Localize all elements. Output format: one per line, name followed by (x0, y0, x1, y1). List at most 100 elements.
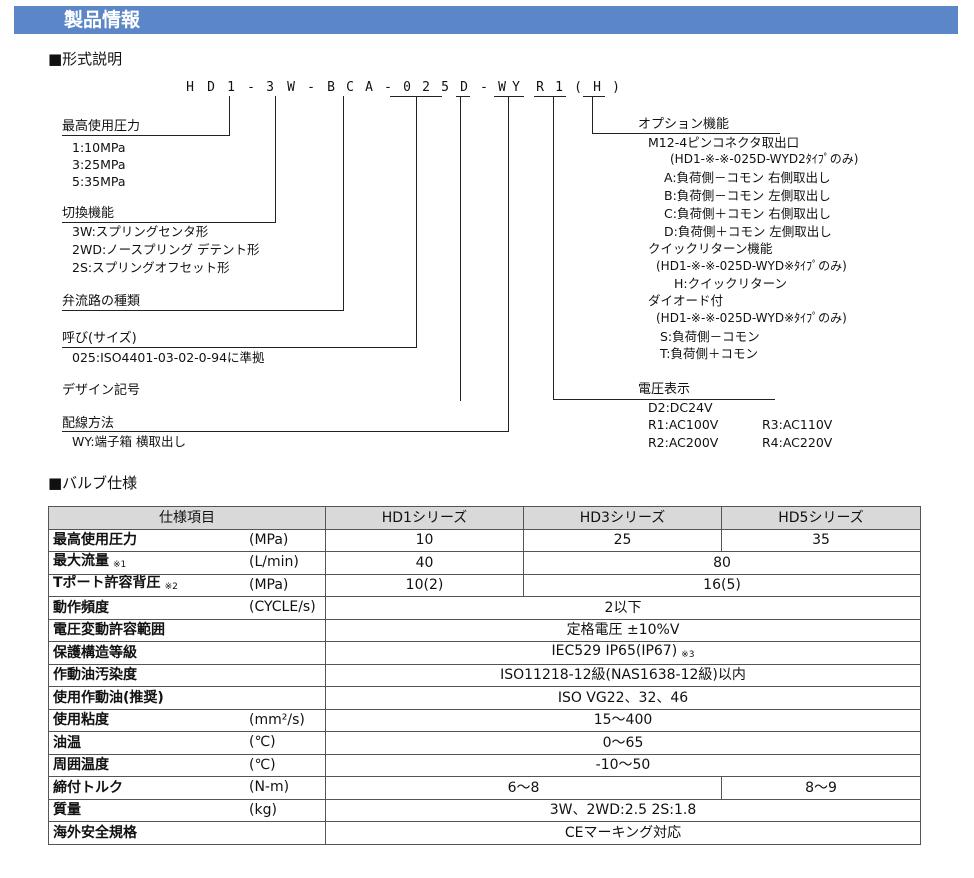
spec-unit: (L/min) (249, 554, 299, 570)
spec-value-cell: 25 (523, 528, 722, 552)
spec-note: ※2 (164, 582, 178, 593)
table-row: 使用作動油(推奨) ISO VG22、32、46 (48, 686, 921, 710)
spec-value: ISO11218-12級(NAS1638-12級)以内 (500, 667, 746, 684)
spec-value: 2以下 (604, 599, 642, 616)
spec-item-label: 最大流量 (53, 552, 109, 569)
spec-value: 10(2) (405, 577, 444, 594)
switching-item: 2S:スプリングオフセット形 (72, 260, 230, 275)
spec-unit: (mm²/s) (249, 711, 305, 728)
spec-item-cell: 締付トルク (N-m) (48, 776, 326, 800)
table-row: 油温 (℃) 0～65 (48, 731, 921, 755)
table-row: Tポート許容背圧 ※2 (MPa) 10(2) 16(5) (48, 573, 921, 597)
spec-item-cell: 油温 (℃) (48, 731, 326, 755)
code-char: 0 (403, 80, 411, 95)
spec-item-cell: 使用粘度 (mm²/s) (48, 708, 326, 732)
table-row: 海外安全規格 CEマーキング対応 (48, 821, 921, 845)
option-line: B:負荷側－コモン 左側取出し (664, 188, 831, 203)
header-series: HD1シリーズ (325, 506, 524, 530)
code-char: 5 (441, 80, 449, 95)
wiring-item: WY:端子箱 横取出し (72, 434, 187, 449)
spec-item-cell: 海外安全規格 (48, 821, 326, 845)
spec-unit: (kg) (249, 801, 277, 818)
pressure-item: 3:25MPa (72, 157, 126, 172)
size-title: 呼び(サイズ) (62, 331, 137, 346)
spec-value: 40 (415, 554, 434, 571)
spec-unit: (N-m) (249, 779, 290, 795)
spec-unit: (℃) (249, 734, 276, 750)
spec-value-cell: 0～65 (325, 731, 921, 755)
spec-item-label: 締付トルク (53, 779, 123, 796)
spec-value-cell: 10 (325, 528, 524, 552)
spec-value-cell: 35 (721, 528, 921, 552)
spec-item-label: Tポート許容背圧 (53, 575, 161, 592)
code-char: - (480, 80, 488, 95)
spec-item-cell: 動作頻度 (CYCLE/s) (48, 596, 326, 620)
bracket-wiring (494, 96, 524, 97)
table-row: 作動油汚染度 ISO11218-12級(NAS1638-12級)以内 (48, 663, 921, 687)
spec-value-cell: ISO11218-12級(NAS1638-12級)以内 (325, 663, 921, 687)
spec-value: 定格電圧 ±10%V (566, 622, 680, 639)
spec-value: 25 (613, 532, 632, 549)
spec-note: ※1 (113, 559, 127, 570)
leader-line (553, 96, 554, 400)
flow-path-title: 弁流路の種類 (62, 294, 141, 309)
spec-value-cell: 80 (523, 551, 921, 575)
spec-value-cell: 定格電圧 ±10%V (325, 618, 921, 642)
spec-unit: (CYCLE/s) (249, 599, 316, 615)
spec-item-label: 作動油汚染度 (53, 667, 137, 684)
design-title: デザイン記号 (62, 383, 141, 398)
code-char: H (186, 80, 194, 95)
code-char: 1 (227, 80, 235, 95)
spec-value: IEC529 IP65(IP67) (551, 642, 678, 659)
spec-item-label: 周囲温度 (53, 757, 109, 774)
table-row: 保護構造等級 IEC529 IP65(IP67) ※3 (48, 641, 921, 665)
leader-line (592, 96, 593, 134)
option-line: (HD1-※-※-025D-WYD※ﾀｲﾌﾟのみ) (656, 311, 847, 325)
spec-item-cell: 電圧変動許容範囲 (48, 618, 326, 642)
bracket-voltage (534, 96, 566, 97)
switching-item: 3W:スプリングセンタ形 (72, 224, 209, 239)
table-row: 電圧変動許容範囲 定格電圧 ±10%V (48, 618, 921, 642)
page-header: 製品情報 (14, 6, 958, 34)
spec-item-label: 動作頻度 (53, 599, 109, 616)
spec-section-title: ■バルブ仕様 (48, 474, 138, 492)
spec-value-cell: 10(2) (325, 573, 524, 597)
code-char: W (498, 80, 506, 95)
spec-unit: (MPa) (249, 531, 289, 548)
leader-line (460, 96, 461, 401)
option-title: オプション機能 (638, 117, 730, 132)
code-char: - (247, 80, 255, 95)
code-char: R (536, 80, 544, 95)
switching-title: 切換機能 (62, 206, 115, 221)
header-item: 仕様項目 (48, 506, 326, 530)
spec-item-cell: 保護構造等級 (48, 641, 326, 665)
leader-line (416, 96, 417, 348)
spec-value: 3W、2WD:2.5 2S:1.8 (549, 802, 697, 819)
spec-table: 仕様項目 HD1シリーズ HD3シリーズ HD5シリーズ 最高使用圧力 (MPa) 10 25… (48, 506, 921, 845)
spec-item-label: 使用作動油(推奨) (53, 689, 164, 706)
code-char: - (307, 80, 315, 95)
spec-value-cell: 16(5) (523, 573, 921, 597)
spec-value-cell: 2以下 (325, 596, 921, 620)
option-line: M12-4ピンコネクタ取出口 (648, 135, 800, 150)
spec-item-cell: 最大流量 ※1 (L/min) (48, 551, 326, 575)
spec-value: CEマーキング対応 (564, 824, 682, 841)
switching-item: 2WD:ノースプリング デテント形 (72, 242, 260, 257)
voltage-item: R1:AC100V (648, 417, 719, 432)
code-char: ) (612, 80, 620, 95)
code-char: - (384, 80, 392, 95)
code-char: 1 (555, 80, 563, 95)
spec-item-cell: 作動油汚染度 (48, 663, 326, 687)
bracket-design (456, 96, 470, 97)
code-char: 3 (266, 80, 274, 95)
spec-value: 80 (713, 554, 731, 571)
spec-value-cell: -10～50 (325, 753, 921, 777)
spec-item-cell: 質量 (kg) (48, 798, 326, 822)
code-char: D (460, 80, 468, 95)
model-section-title: ■形式説明 (48, 50, 123, 68)
option-line: (HD1-※-※-025D-WYD2ﾀｲﾌﾟのみ) (670, 152, 859, 166)
option-line: A:負荷側－コモン 右側取出し (664, 170, 831, 185)
code-char: H (593, 80, 601, 95)
table-row: 動作頻度 (CYCLE/s) 2以下 (48, 596, 921, 620)
spec-value-cell: 8～9 (721, 776, 921, 800)
